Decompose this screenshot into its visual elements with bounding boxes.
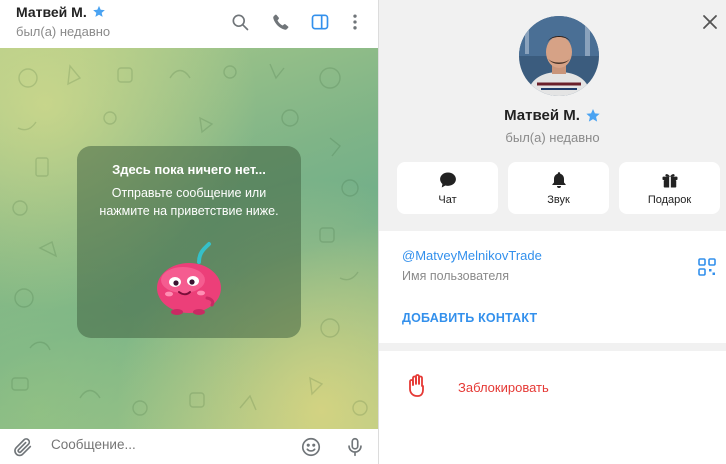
chat-header[interactable]: Матвей М. был(а) недавно <box>0 0 378 48</box>
peer-status: был(а) недавно <box>16 24 111 39</box>
microphone-icon[interactable] <box>343 435 367 459</box>
add-contact-button[interactable]: ДОБАВИТЬ КОНТАКТ <box>402 311 537 325</box>
qr-code-icon[interactable] <box>697 257 717 277</box>
profile-status: был(а) недавно <box>505 130 600 145</box>
chat-background: Здесь пока ничего нет... Отправьте сообщ… <box>0 48 378 429</box>
verified-star-icon <box>586 108 600 122</box>
peer-name-wrap[interactable]: Матвей М. <box>16 4 106 20</box>
sound-button[interactable]: Звук <box>508 162 609 214</box>
username-link[interactable]: @MatveyMelnikovTrade <box>402 248 542 263</box>
profile-panel: Матвей М. был(а) недавно Чат Звук Подаро… <box>379 0 726 464</box>
profile-name: Матвей М. <box>504 107 580 124</box>
block-section: Заблокировать <box>379 351 726 464</box>
verified-star-icon <box>92 5 105 17</box>
block-user-button[interactable]: Заблокировать <box>379 369 726 405</box>
greeting-sticker[interactable] <box>147 236 233 322</box>
gift-icon <box>619 170 720 190</box>
profile-name-wrap: Матвей М. <box>379 107 726 124</box>
empty-chat-text: Отправьте сообщение или нажмите на приве… <box>99 186 279 218</box>
peer-name[interactable]: Матвей М. <box>16 4 87 20</box>
chat-panel: Матвей М. был(а) недавно Здесь пока ниче… <box>0 0 378 464</box>
empty-chat-card: Здесь пока ничего нет... Отправьте сообщ… <box>77 146 301 338</box>
gift-button[interactable]: Подарок <box>619 162 720 214</box>
sidebar-toggle-icon[interactable] <box>307 9 333 35</box>
more-vertical-icon[interactable] <box>342 9 368 35</box>
empty-chat-title: Здесь пока ничего нет... <box>112 162 266 177</box>
username-caption: Имя пользователя <box>402 269 509 283</box>
paperclip-icon[interactable] <box>11 435 35 459</box>
message-input[interactable] <box>51 437 281 452</box>
block-user-label: Заблокировать <box>458 380 549 395</box>
chat-button[interactable]: Чат <box>397 162 498 214</box>
chat-bubble-icon <box>397 170 498 190</box>
emoji-icon[interactable] <box>299 435 323 459</box>
hand-stop-icon <box>409 374 424 397</box>
close-icon[interactable] <box>698 10 722 34</box>
gift-button-label: Подарок <box>647 194 692 206</box>
bell-icon <box>508 170 609 190</box>
profile-actions: Чат Звук Подарок <box>397 162 720 214</box>
chat-button-label: Чат <box>438 194 457 206</box>
avatar[interactable] <box>519 16 599 96</box>
profile-info-section: @MatveyMelnikovTrade Имя пользователя ДО… <box>379 231 726 343</box>
message-composer <box>0 429 378 464</box>
sound-button-label: Звук <box>547 194 570 206</box>
phone-icon[interactable] <box>268 9 294 35</box>
search-icon[interactable] <box>227 9 253 35</box>
